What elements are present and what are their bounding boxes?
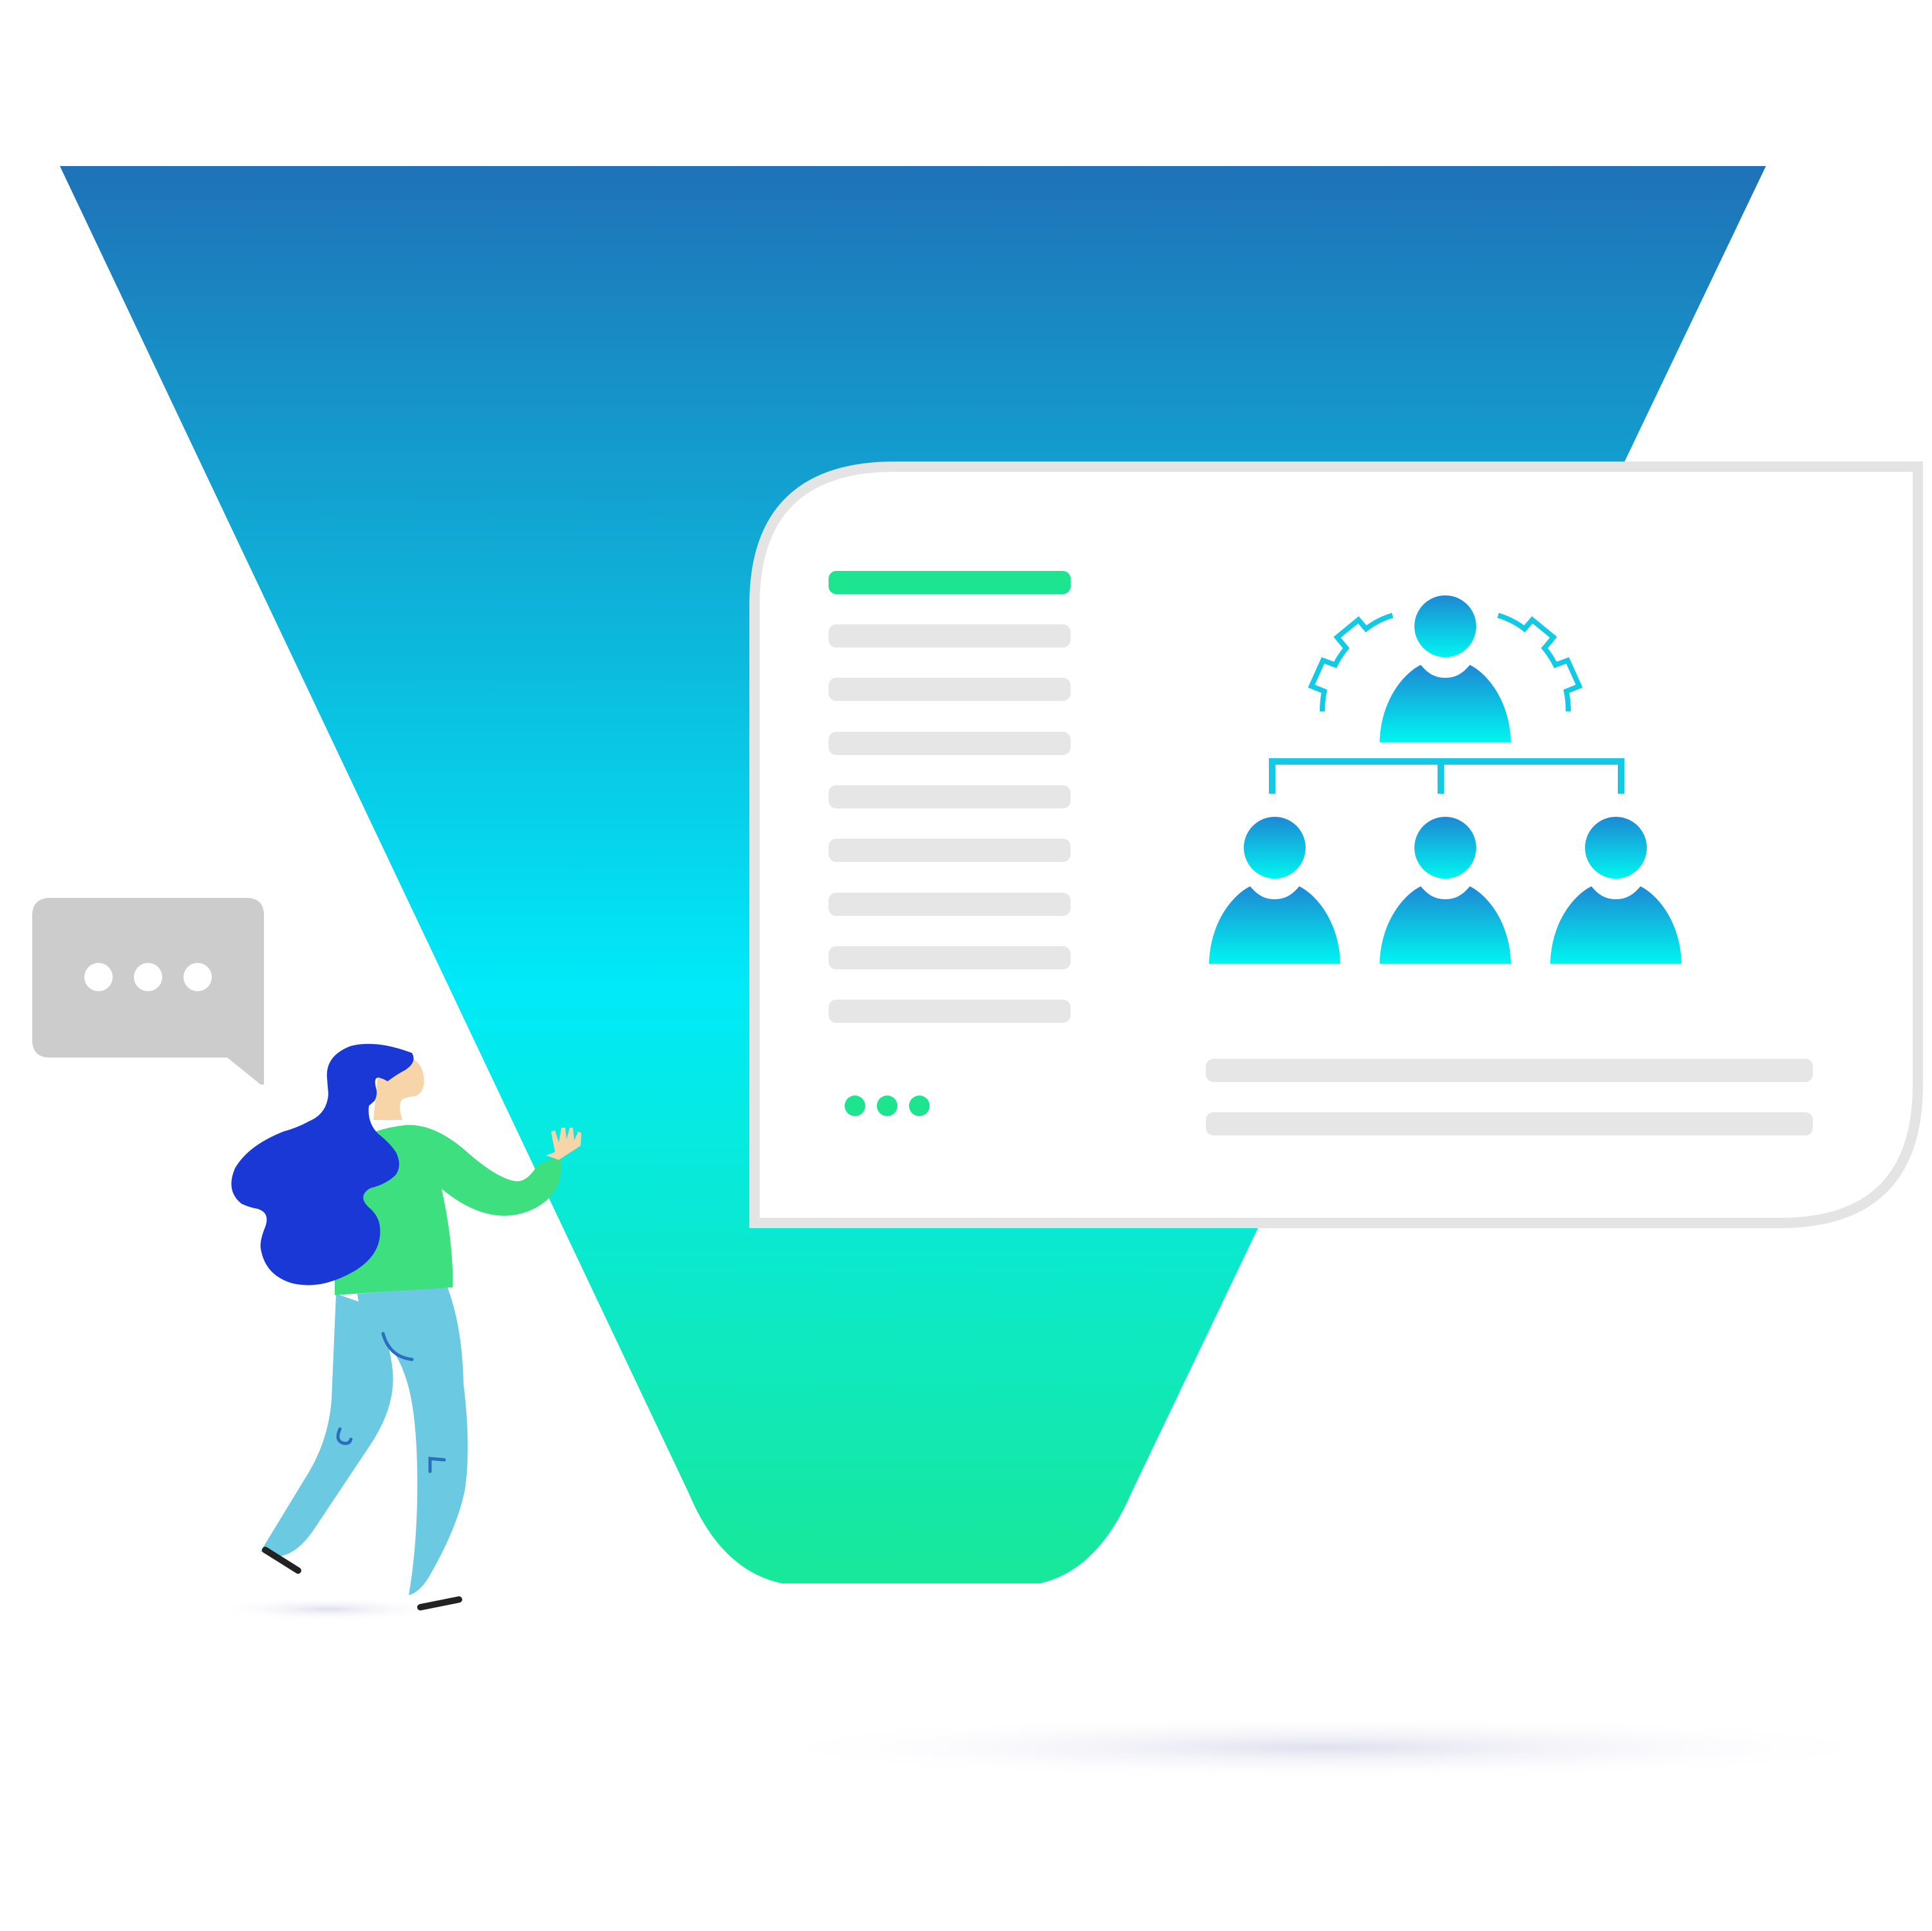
speech-bubble-ellipsis-icon (32, 898, 264, 1085)
menu-item[interactable] (829, 1000, 1071, 1023)
more-ellipsis-icon[interactable] (845, 1096, 930, 1116)
menu-item[interactable] (829, 946, 1071, 969)
menu-item[interactable] (829, 624, 1071, 648)
back-leg (261, 1294, 393, 1556)
menu-item[interactable] (829, 678, 1071, 701)
panel-shadow (747, 1715, 1906, 1780)
dashboard-panel (749, 462, 1923, 1228)
menu-item[interactable] (829, 732, 1071, 755)
menu-list (829, 571, 1071, 1023)
content-line (1206, 1112, 1813, 1135)
menu-item[interactable] (829, 839, 1071, 862)
menu-item-active[interactable] (829, 571, 1071, 594)
illustration-scene (32, 166, 1923, 1780)
content-line (1206, 1059, 1813, 1082)
front-shoe (417, 1596, 462, 1610)
menu-item[interactable] (829, 785, 1071, 808)
person-shadow (212, 1598, 444, 1621)
menu-item[interactable] (829, 893, 1071, 916)
